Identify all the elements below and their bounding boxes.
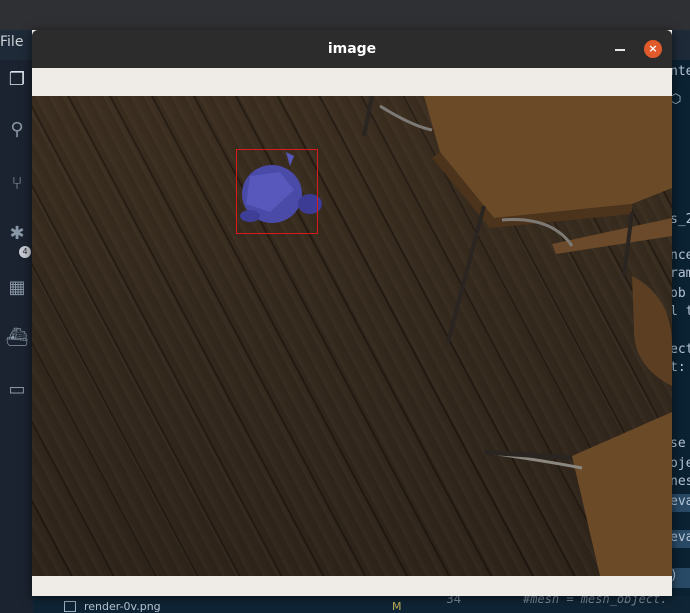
window-statusbar [32,576,672,596]
code-line: ob [670,286,686,301]
code-line: s_2 [670,212,690,227]
explorer-file-name[interactable]: render-0v.png [84,600,161,613]
code-line: t: [670,360,686,375]
code-line: nes [670,474,690,489]
window-title: image [327,41,377,57]
activity-bar: ❐ ⚲ ⑂ 4 ✱ ▦ ⛴ ▭ [0,60,33,613]
search-icon[interactable]: ⚲ [5,118,29,142]
minimize-icon [615,49,625,51]
code-line: l t [670,304,690,319]
chair-bottom-right [483,276,672,576]
image-file-icon [64,601,76,612]
debug-icon[interactable]: ✱ [5,222,29,246]
git-status-badge: M [392,600,402,613]
code-line: ram [670,266,690,281]
source-control-badge: 4 [19,246,31,258]
image-window[interactable]: image × [32,30,672,596]
docker-icon[interactable]: ⛴ [5,326,29,350]
image-canvas[interactable] [32,96,672,576]
window-titlebar[interactable]: image × [32,30,672,68]
remote-explorer-icon[interactable]: ▭ [5,378,29,402]
system-top-bar [0,0,690,30]
files-icon[interactable]: ❐ [5,68,29,92]
close-button[interactable]: × [644,40,662,58]
chair-top-right [362,96,672,343]
code-line: eva [670,494,690,509]
code-line: ect [670,342,690,357]
minimize-button[interactable] [612,41,628,57]
source-control-icon[interactable]: ⑂ [5,172,29,196]
scene-svg [240,96,672,576]
extensions-icon[interactable]: ▦ [5,276,29,300]
code-line: nce [670,248,690,263]
window-toolbar [32,68,672,96]
code-line: eva [670,530,690,545]
detection-bounding-box [236,149,318,234]
code-line: se [670,436,686,451]
code-line: nte [670,64,690,79]
file-menu[interactable]: File [0,34,23,50]
code-line: oje [670,456,690,471]
